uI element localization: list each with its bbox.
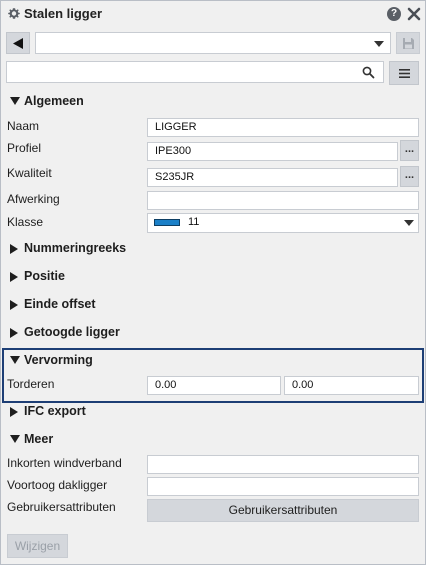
section-getoogde-ligger[interactable]: Getoogde ligger (6, 324, 156, 342)
triangle-down-icon (10, 356, 20, 364)
torderen-label: Torderen (7, 377, 55, 391)
chevron-down-icon (404, 220, 414, 226)
gebruikersattributen-label: Gebruikersattributen (7, 500, 116, 514)
kwaliteit-browse-button[interactable]: ... (400, 166, 419, 187)
class-color-swatch (154, 219, 180, 226)
hamburger-menu-icon (399, 69, 410, 78)
section-einde-offset[interactable]: Einde offset (6, 296, 156, 314)
section-label: Nummeringreeks (24, 241, 127, 255)
section-label: Einde offset (24, 297, 96, 311)
modify-button[interactable]: Wijzigen (7, 534, 68, 558)
section-positie[interactable]: Positie (6, 268, 156, 286)
naam-field[interactable]: LIGGER (147, 118, 419, 137)
window-title: Stalen ligger (24, 6, 103, 21)
triangle-right-icon (10, 300, 18, 310)
gebruikersattributen-button[interactable]: Gebruikersattributen (147, 499, 419, 522)
search-icon[interactable] (362, 66, 375, 79)
klasse-dropdown[interactable]: 11 (147, 213, 419, 233)
voortoog-dakligger-field[interactable] (147, 477, 419, 496)
section-label: Algemeen (24, 94, 84, 108)
section-nummeringreeks[interactable]: Nummeringreeks (6, 240, 156, 258)
title-bar: Stalen ligger ? (1, 1, 425, 27)
triangle-down-icon (10, 97, 20, 105)
voortoog-dakligger-label: Voortoog dakligger (7, 478, 108, 492)
section-label: Vervorming (24, 353, 93, 367)
save-icon (403, 38, 414, 49)
triangle-right-icon (10, 328, 18, 338)
triangle-down-icon (10, 435, 20, 443)
triangle-left-icon (13, 38, 23, 49)
kwaliteit-label: Kwaliteit (7, 166, 52, 180)
torderen-start-field[interactable]: 0.00 (147, 376, 281, 395)
section-label: IFC export (24, 404, 86, 418)
section-vervorming[interactable]: Vervorming (6, 352, 156, 370)
inkorten-windverband-label: Inkorten windverband (7, 456, 122, 470)
section-label: Meer (24, 432, 54, 446)
profiel-label: Profiel (7, 141, 42, 155)
section-algemeen[interactable]: Algemeen (6, 93, 126, 111)
profiel-field[interactable]: IPE300 (147, 142, 398, 161)
klasse-value: 11 (188, 216, 200, 228)
inkorten-windverband-field[interactable] (147, 455, 419, 474)
close-icon[interactable] (406, 6, 422, 22)
klasse-label: Klasse (7, 215, 44, 229)
triangle-right-icon (10, 244, 18, 254)
save-button[interactable] (396, 32, 420, 54)
section-label: Getoogde ligger (24, 325, 120, 339)
section-ifc-export[interactable]: IFC export (6, 403, 156, 421)
profiel-browse-button[interactable]: ... (400, 140, 419, 161)
kwaliteit-field[interactable]: S235JR (147, 168, 398, 187)
section-label: Positie (24, 269, 65, 283)
search-input[interactable] (6, 61, 384, 83)
section-meer[interactable]: Meer (6, 431, 156, 449)
preset-dropdown[interactable] (35, 32, 391, 54)
triangle-right-icon (10, 272, 18, 282)
chevron-down-icon (374, 41, 384, 47)
triangle-right-icon (10, 407, 18, 417)
naam-label: Naam (7, 119, 40, 133)
gear-icon (8, 8, 20, 19)
menu-button[interactable] (389, 61, 419, 85)
help-icon[interactable]: ? (387, 7, 401, 21)
back-button[interactable] (6, 32, 30, 54)
torderen-end-field[interactable]: 0.00 (284, 376, 419, 395)
afwerking-label: Afwerking (7, 192, 60, 206)
afwerking-field[interactable] (147, 191, 419, 210)
